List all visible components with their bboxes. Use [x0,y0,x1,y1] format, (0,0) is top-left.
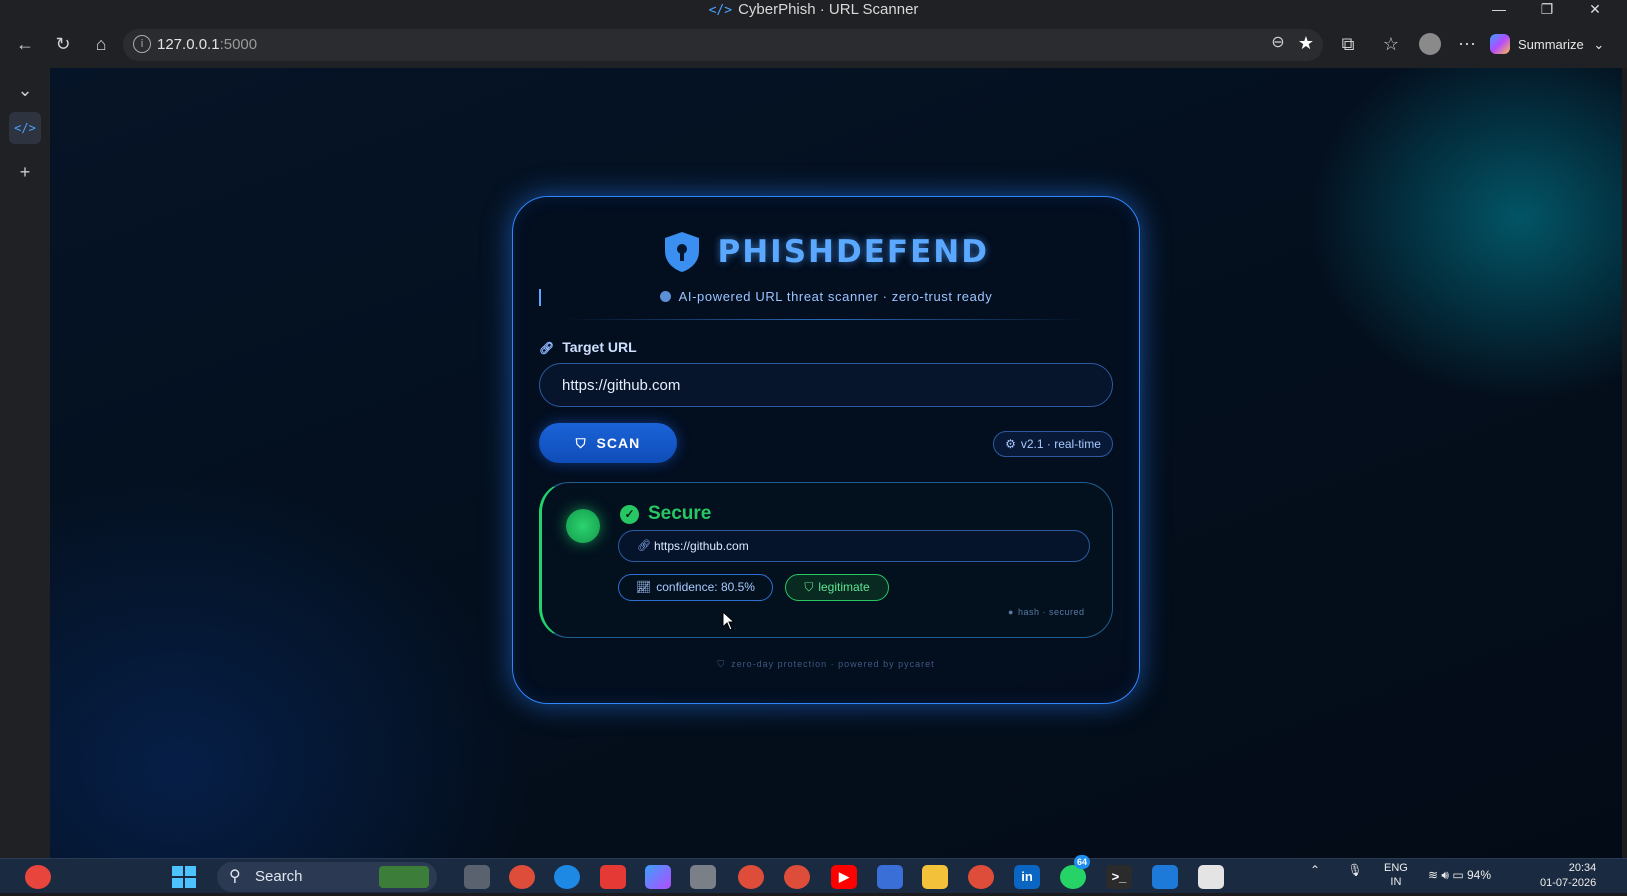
browser-toolbar: ← ↻ ⌂ i 127.0.0.1:5000 ⊖ ★ ⧉ ☆ ⋯ Summari… [0,20,1627,68]
result-url: 🔗︎ https://github.com [618,530,1090,562]
browser-sidebar: ⌄ </> + [0,68,50,858]
chrome-profile-icon[interactable] [968,865,994,889]
clock[interactable]: 20:34 01-07-2026 [1540,861,1596,891]
mail-icon[interactable] [690,865,716,889]
code-icon: </> [708,3,733,18]
linkedin-icon[interactable]: in [1014,865,1040,889]
trend-chart-icon: 📈︎ [636,580,652,594]
url-input[interactable] [539,363,1113,407]
window-title: </> CyberPhish · URL Scanner [708,1,919,18]
brain-icon [659,291,671,302]
status-orb [566,509,600,543]
volume-icon: 🔊︎ [1441,868,1449,882]
address-bar[interactable]: i 127.0.0.1:5000 ⊖ ★ [123,29,1323,61]
address-url[interactable]: 127.0.0.1:5000 [157,36,257,53]
minimize-button[interactable]: — [1476,0,1522,20]
more-menu-icon[interactable]: ⋯ [1452,30,1482,58]
fingerprint-icon: ● [1008,607,1014,617]
network-volume-battery[interactable]: ≋ 🔊︎ ▭ 94% [1428,868,1491,883]
mouse-cursor-icon [722,611,736,631]
extensions-icon[interactable]: ⧉ [1333,30,1363,58]
info-icon[interactable]: i [133,35,151,53]
shield-lock-icon [665,232,700,272]
confidence-badge: 📈︎ confidence: 80.5% [618,574,773,601]
terminal-icon[interactable]: >_ [1106,865,1132,889]
summarize-button[interactable]: Summarize ⌄ [1490,32,1604,58]
microphone-icon[interactable]: 🎙︎ [1347,863,1362,877]
taskbar-search[interactable]: ⚲ Search [217,862,437,892]
shield-icon: ⛉ [575,435,587,451]
tab-cyberphish[interactable]: </> [9,112,41,144]
new-tab-button[interactable]: + [9,156,41,188]
windows-start-icon[interactable] [172,866,196,888]
home-button[interactable]: ⌂ [86,30,116,58]
edge-icon[interactable] [554,865,580,889]
chrome-icon[interactable] [509,865,535,889]
app-icon-recorder[interactable] [25,865,51,889]
verdict-badge: ⛉ legitimate [785,574,889,601]
shield-icon: ⛉ [717,659,726,669]
store-icon[interactable] [877,865,903,889]
divider [563,319,1089,320]
favorites-icon[interactable]: ☆ [1376,30,1406,58]
app-icon-red[interactable] [600,865,626,889]
battery-icon: ▭ [1452,868,1464,882]
chrome-profile-icon[interactable] [738,865,764,889]
chevron-down-icon: ⌄ [1593,37,1605,52]
refresh-button[interactable]: ↻ [48,30,78,58]
search-icon: ⚲ [229,868,241,885]
page-viewport: PHISHDEFEND AI-powered URL threat scanne… [50,68,1622,858]
whatsapp-icon[interactable]: 64 [1060,855,1091,889]
chevron-up-icon[interactable]: ⌃ [1310,863,1320,877]
chevron-down-icon[interactable]: ⌄ [9,74,41,106]
news-widget-icon [379,866,429,888]
title-bar: </> CyberPhish · URL Scanner — ❐ ✕ [0,0,1627,20]
wifi-icon: ≋ [1428,868,1439,882]
language-indicator[interactable]: ENG IN [1384,861,1408,889]
zoom-icon[interactable]: ⊖ [1263,29,1293,57]
back-button[interactable]: ← [10,30,40,58]
hash-note: ● hash · secured [1008,607,1085,617]
status-title: ✓ Secure [620,503,711,525]
check-badge-icon: ✓ [620,505,639,524]
youtube-icon[interactable]: ▶ [831,865,857,889]
link-icon: 🔗︎ [539,341,555,355]
task-view-icon[interactable] [464,865,490,889]
system-tray: ⌃ 🎙︎ [1310,863,1363,891]
restore-button[interactable]: ❐ [1524,0,1570,20]
shield-icon: ⛉ [804,580,814,594]
link-icon: 🔗︎ [637,540,651,552]
target-url-label: 🔗︎ Target URL [539,339,637,355]
version-badge: ⚙ v2.1 · real-time [993,431,1113,457]
brand-header: PHISHDEFEND [513,231,1139,281]
file-explorer-icon[interactable] [922,865,948,889]
tagline: AI-powered URL threat scanner · zero-tru… [513,289,1139,304]
chrome-profile-icon[interactable] [784,865,810,889]
taskbar: ⚲ Search ▶ in 64 >_ ⌃ 🎙︎ ENG IN ≋ 🔊︎ ▭ 94%… [0,855,1627,893]
result-panel: ✓ Secure 🔗︎ https://github.com 📈︎ confidenc… [539,482,1113,638]
snipping-tool-icon[interactable] [1198,865,1224,889]
close-button[interactable]: ✕ [1572,0,1618,20]
vscode-icon[interactable] [1152,865,1178,889]
chip-icon: ⚙ [1005,437,1016,451]
scan-button[interactable]: ⛉ SCAN [539,423,677,463]
footer-note: ⛉ zero-day protection · powered by pycare… [717,659,935,669]
profile-avatar[interactable] [1415,30,1445,58]
scanner-card: PHISHDEFEND AI-powered URL threat scanne… [512,196,1140,704]
favorite-star-icon[interactable]: ★ [1291,29,1321,57]
copilot-icon[interactable] [645,865,671,889]
brand-name: PHISHDEFEND [717,234,989,270]
copilot-icon [1490,34,1510,54]
